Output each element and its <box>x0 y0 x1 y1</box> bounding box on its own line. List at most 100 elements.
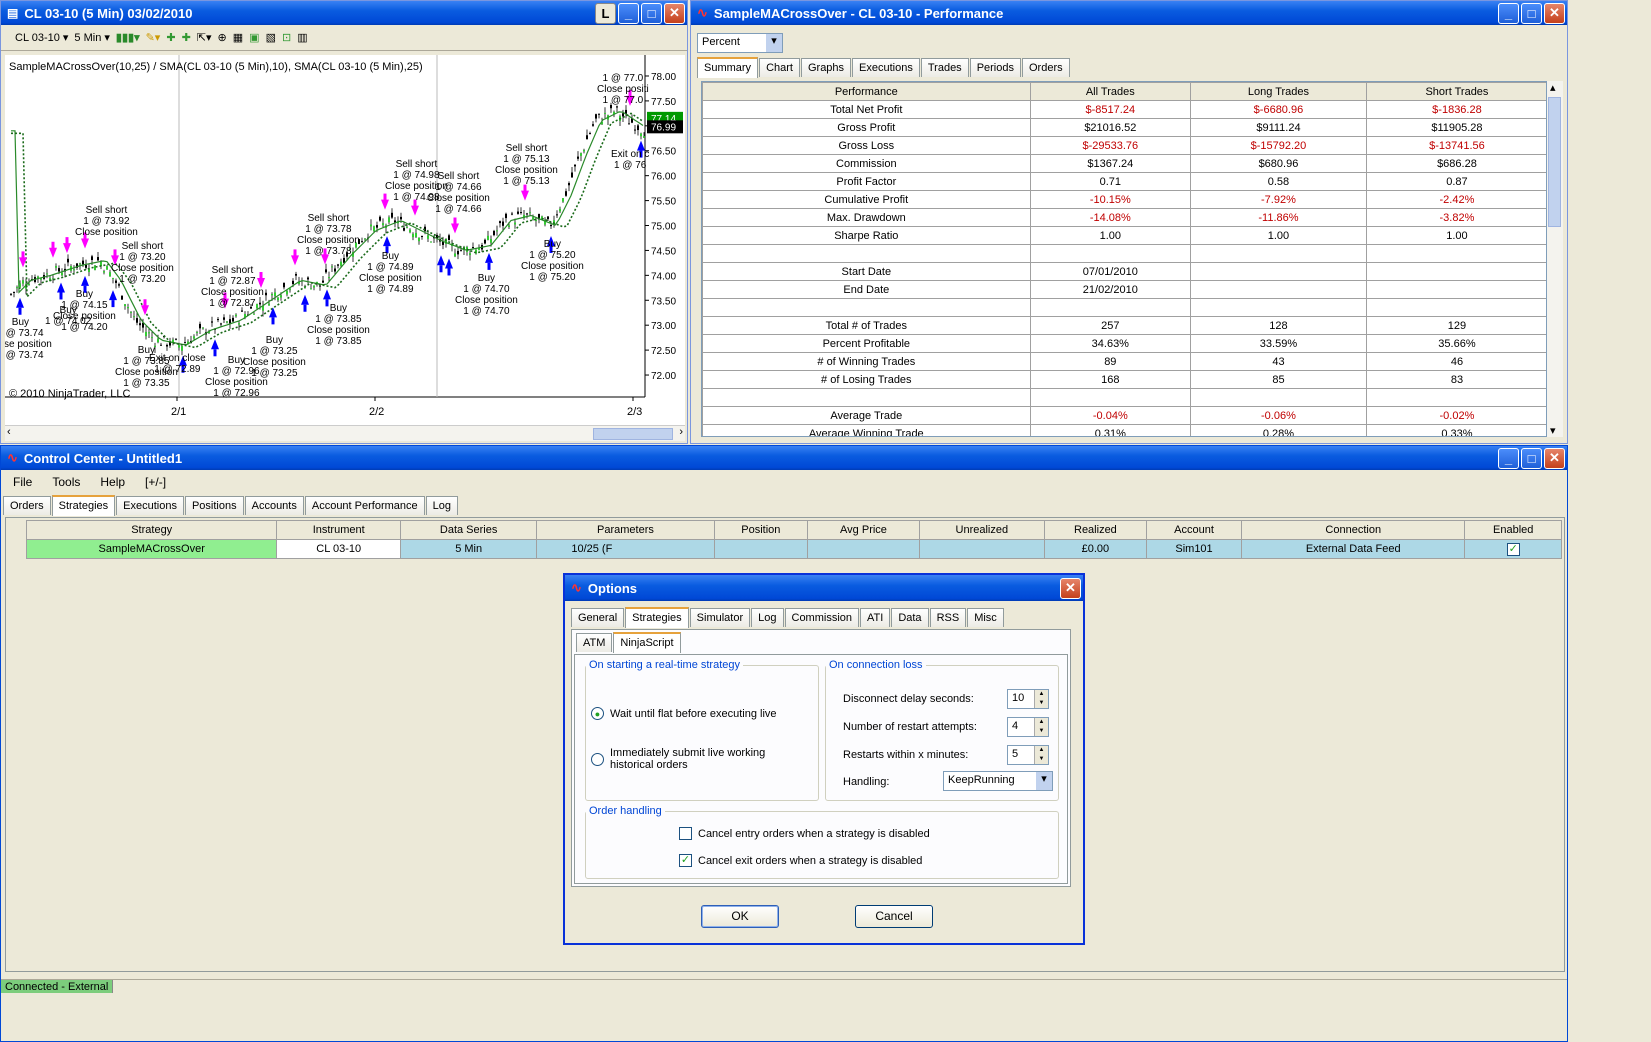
column-header[interactable]: Performance <box>702 82 1031 101</box>
chart-titlebar[interactable]: ▤ CL 03-10 (5 Min) 03/02/2010 L _ □ ✕ <box>1 1 687 25</box>
column-header[interactable]: Short Trades <box>1365 82 1546 101</box>
layout-icon[interactable]: ▥ <box>297 31 307 44</box>
tab-misc[interactable]: Misc <box>967 608 1004 627</box>
zoom-icon[interactable]: ⊕ <box>218 31 227 44</box>
column-header[interactable]: Data Series <box>399 520 538 540</box>
bar-type-icon[interactable]: ▮▮▮▾ <box>116 31 140 44</box>
scroll-thumb[interactable] <box>1548 97 1561 227</box>
parameters-cell[interactable]: 10/25 (F <box>536 539 715 559</box>
menu-item[interactable]: [+/-] <box>145 475 166 489</box>
table-row[interactable]: Profit Factor 0.71 0.58 0.87 <box>702 172 1546 191</box>
table-row[interactable]: Average Winning Trade 0.31% 0.28% 0.33% <box>702 424 1546 436</box>
column-header[interactable]: Account <box>1145 520 1243 540</box>
restarts-min-stepper[interactable]: 5 ▲ ▼ <box>1007 745 1049 765</box>
connection-cell[interactable]: External Data Feed <box>1241 539 1466 559</box>
table-row[interactable]: SampleMACrossOver CL 03-10 5 Min 10/25 (… <box>25 539 1562 559</box>
menu-item[interactable]: Help <box>100 475 125 489</box>
tab-log[interactable]: Log <box>425 496 458 515</box>
interval-select[interactable]: 5 Min ▾ <box>74 31 109 44</box>
tab-strategies[interactable]: Strategies <box>51 495 116 516</box>
minimize-icon[interactable]: _ <box>618 2 639 24</box>
scroll-down-icon[interactable]: ▾ <box>1550 424 1556 437</box>
pencil-icon[interactable]: ✎▾ <box>146 31 161 44</box>
cancel-button[interactable]: Cancel <box>855 905 933 928</box>
properties-icon[interactable]: ▦ <box>233 31 243 44</box>
cursor-icon[interactable]: ⇱▾ <box>197 31 212 44</box>
unrealized-cell[interactable] <box>918 539 1045 559</box>
column-header[interactable]: Position <box>713 520 809 540</box>
strategy-icon[interactable]: ✚ <box>182 31 191 44</box>
options-titlebar[interactable]: ∿ Options ✕ <box>565 575 1083 601</box>
cancel-exit-checkbox[interactable]: ✓ <box>679 854 692 867</box>
tab-accounts[interactable]: Accounts <box>244 496 304 515</box>
spin-arrows-icon[interactable]: ▲ ▼ <box>1034 746 1048 764</box>
save-icon[interactable]: ⊡ <box>282 31 291 44</box>
tab-rss[interactable]: RSS <box>929 608 967 627</box>
column-header[interactable]: Strategy <box>25 520 278 540</box>
tab-summary[interactable]: Summary <box>697 57 759 78</box>
realized-cell[interactable]: £0.00 <box>1043 539 1148 559</box>
tab-chart[interactable]: Chart <box>759 58 800 77</box>
table-row[interactable] <box>702 244 1546 263</box>
table-row[interactable]: Total Net Profit $-8517.24 $-6680.96 $-1836… <box>702 100 1546 119</box>
scroll-right-icon[interactable]: › <box>679 426 683 438</box>
instrument-cell[interactable]: CL 03-10 <box>276 539 401 559</box>
tab-positions[interactable]: Positions <box>184 496 244 515</box>
cancel-entry-checkbox[interactable] <box>679 827 692 840</box>
cancel-entry-option[interactable]: Cancel entry orders when a strategy is d… <box>679 827 930 840</box>
close-icon[interactable]: ✕ <box>1544 2 1565 24</box>
subtab-ninjascript[interactable]: NinjaScript <box>613 632 681 653</box>
column-header[interactable]: Unrealized <box>918 520 1045 540</box>
avg-price-cell[interactable] <box>807 539 920 559</box>
radio-wait-icon[interactable]: ● <box>591 707 604 720</box>
table-row[interactable]: Total # of Trades 257 128 129 <box>702 316 1546 335</box>
column-header[interactable]: Realized <box>1043 520 1148 540</box>
enabled-checkbox[interactable]: ✓ <box>1506 542 1520 556</box>
account-cell[interactable]: Sim101 <box>1145 539 1243 559</box>
menu-item[interactable]: Tools <box>52 475 80 489</box>
close-icon[interactable]: ✕ <box>664 2 685 24</box>
minimize-icon[interactable]: _ <box>1498 2 1519 24</box>
table-row[interactable]: Gross Loss $-29533.76 $-15792.20 $-13741.56 <box>702 136 1546 155</box>
subtab-atm[interactable]: ATM <box>576 633 613 652</box>
close-icon[interactable]: ✕ <box>1544 447 1565 469</box>
cc-titlebar[interactable]: ∿ Control Center - Untitled1 _ □ ✕ <box>1 446 1567 470</box>
disconnect-stepper[interactable]: 10 ▲ ▼ <box>1007 689 1049 709</box>
chevron-down-icon[interactable]: ▾ <box>1036 772 1052 790</box>
maximize-icon[interactable]: □ <box>1521 447 1542 469</box>
indicator-icon[interactable]: ✚ <box>166 31 175 44</box>
column-header[interactable]: Avg Price <box>807 520 920 540</box>
mode-select[interactable]: Percent ▾ <box>697 33 783 53</box>
data-series-cell[interactable]: 5 Min <box>399 539 538 559</box>
tab-log[interactable]: Log <box>751 608 784 627</box>
scroll-up-icon[interactable]: ▴ <box>1550 81 1556 94</box>
tab-trades[interactable]: Trades <box>920 58 969 77</box>
column-header[interactable]: Connection <box>1241 520 1466 540</box>
perf-titlebar[interactable]: ∿ SampleMACrossOver - CL 03-10 - Perform… <box>691 1 1567 25</box>
data-box-icon[interactable]: ▣ <box>249 31 259 44</box>
minimize-icon[interactable]: _ <box>1498 447 1519 469</box>
chart-image-icon[interactable]: ▧ <box>266 31 276 44</box>
tab-account-performance[interactable]: Account Performance <box>304 496 425 515</box>
tab-executions[interactable]: Executions <box>116 496 184 515</box>
chart-scrollbar[interactable]: ‹ › <box>5 425 685 441</box>
column-header[interactable]: Parameters <box>536 520 715 540</box>
restart-stepper[interactable]: 4 ▲ ▼ <box>1007 717 1049 737</box>
tab-simulator[interactable]: Simulator <box>689 608 751 627</box>
table-row[interactable]: Gross Profit $21016.52 $9111.24 $11905.28 <box>702 118 1546 137</box>
tab-data[interactable]: Data <box>891 608 929 627</box>
chevron-down-icon[interactable]: ▾ <box>766 34 782 52</box>
table-row[interactable]: Commission $1367.24 $680.96 $686.28 <box>702 154 1546 173</box>
position-cell[interactable] <box>713 539 809 559</box>
scroll-left-icon[interactable]: ‹ <box>7 426 11 438</box>
close-icon[interactable]: ✕ <box>1060 577 1081 599</box>
strategy-cell[interactable]: SampleMACrossOver <box>25 539 278 559</box>
tab-periods[interactable]: Periods <box>969 58 1021 77</box>
lock-button[interactable]: L <box>595 2 616 24</box>
tab-orders[interactable]: Orders <box>3 496 51 515</box>
table-row[interactable]: Cumulative Profit -10.15% -7.92% -2.42% <box>702 190 1546 209</box>
spin-arrows-icon[interactable]: ▲ ▼ <box>1034 718 1048 736</box>
table-row[interactable]: Average Trade -0.04% -0.06% -0.02% <box>702 406 1546 425</box>
tab-ati[interactable]: ATI <box>860 608 891 627</box>
tab-executions[interactable]: Executions <box>852 58 920 77</box>
